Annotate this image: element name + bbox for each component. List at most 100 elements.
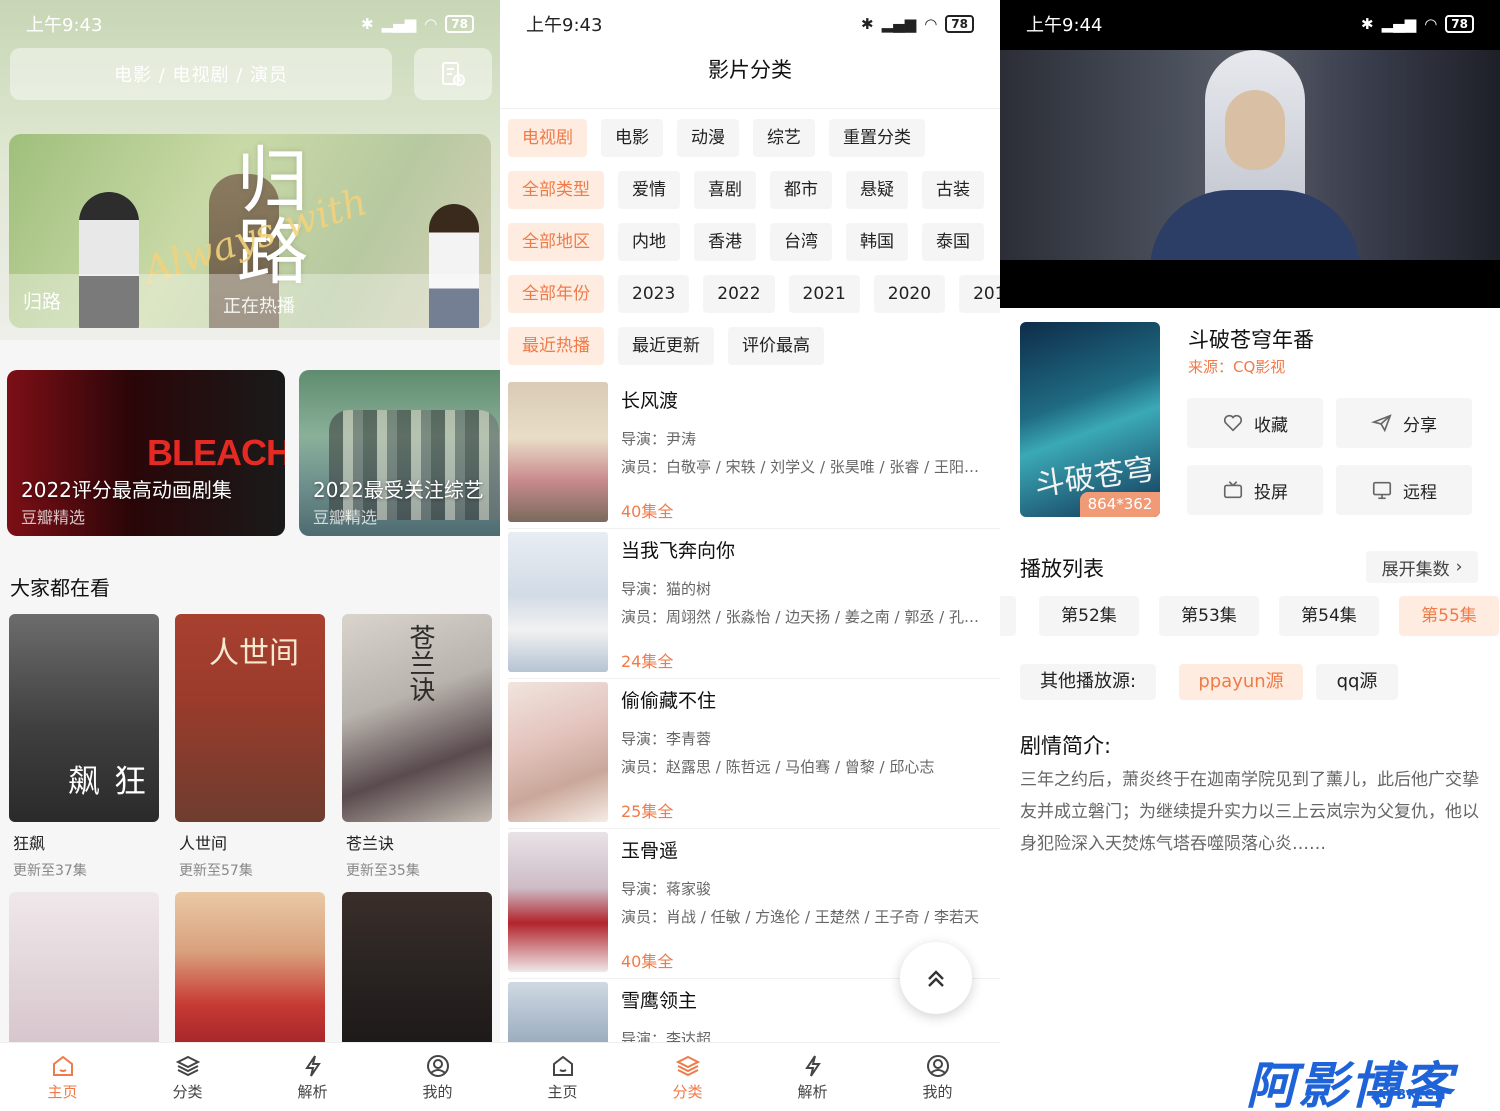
- poster-image: 狂飙: [9, 614, 159, 822]
- filter-chip[interactable]: 古装: [922, 171, 984, 209]
- tab-home[interactable]: 主页: [0, 1043, 125, 1111]
- featured-subtitle: 豆瓣精选: [21, 508, 86, 527]
- poster-card[interactable]: 苍兰诀 苍兰诀 更新至35集: [342, 614, 492, 880]
- filter-chip[interactable]: 电视剧: [508, 119, 587, 157]
- source-button[interactable]: qq源: [1316, 664, 1398, 700]
- tab-category[interactable]: 分类: [625, 1043, 750, 1111]
- filter-chip[interactable]: 喜剧: [694, 171, 756, 209]
- filter-chip[interactable]: 全部类型: [508, 171, 604, 209]
- episode-list: 第52集 第53集 第54集 第55集: [1000, 596, 1500, 636]
- poster-card[interactable]: 狂飙 狂飙 更新至37集: [9, 614, 159, 880]
- poster-card[interactable]: 人世间 人世间 更新至57集: [175, 614, 325, 880]
- detail-source: 来源：CQ影视: [1188, 358, 1286, 376]
- filter-chip[interactable]: 2021: [788, 275, 860, 313]
- page-title: 影片分类: [708, 58, 792, 82]
- expand-episodes-button[interactable]: 展开集数 ›: [1366, 551, 1478, 583]
- poster-size-badge: 864*362: [1080, 492, 1160, 517]
- favorite-button[interactable]: 收藏: [1187, 398, 1323, 448]
- list-item[interactable]: 当我飞奔向你 导演：猫的树 演员：周翊然 / 张淼怡 / 边天扬 / 姜之南 /…: [508, 532, 1000, 672]
- filter-chip[interactable]: 都市: [770, 171, 832, 209]
- other-sources-label: 其他播放源:: [1020, 664, 1156, 700]
- share-button[interactable]: 分享: [1336, 398, 1472, 448]
- home-icon: [552, 1055, 573, 1076]
- poster-image[interactable]: [9, 892, 159, 1042]
- poster-image: 苍兰诀: [342, 614, 492, 822]
- lightning-icon: [804, 1054, 821, 1077]
- history-button[interactable]: [414, 48, 492, 100]
- home-screen: 上午9:43 ✱ ▂▄▆ ◠ 78 电影 / 电视剧 / 演员 归路 Alway…: [0, 0, 500, 1111]
- search-input[interactable]: 电影 / 电视剧 / 演员: [10, 48, 392, 100]
- wifi-icon: ◠: [924, 15, 938, 33]
- filter-chip[interactable]: 内地: [618, 223, 680, 261]
- source-button-active[interactable]: ppayun源: [1179, 664, 1303, 700]
- filter-chip[interactable]: 泰国: [922, 223, 984, 261]
- filter-chip[interactable]: 综艺: [753, 119, 815, 157]
- chevron-right-icon: ›: [1455, 557, 1463, 577]
- filter-chip[interactable]: 悬疑: [846, 171, 908, 209]
- tab-parse[interactable]: 解析: [250, 1043, 375, 1111]
- filter-chip[interactable]: 韩国: [846, 223, 908, 261]
- filter-chip[interactable]: 电影: [601, 119, 663, 157]
- filter-chip[interactable]: 动漫: [677, 119, 739, 157]
- featured-card-anime[interactable]: BLEACH 2022评分最高动画剧集 豆瓣精选: [7, 370, 285, 536]
- tab-mine[interactable]: 我的: [375, 1043, 500, 1111]
- monitor-icon: [1372, 481, 1392, 500]
- filter-chip[interactable]: 2023: [618, 275, 690, 313]
- list-director: 导演：李青蓉: [621, 730, 712, 748]
- episode-button[interactable]: 第53集: [1159, 596, 1259, 636]
- filter-chip[interactable]: 最近热播: [508, 327, 604, 365]
- scroll-top-button[interactable]: [900, 942, 972, 1014]
- bluetooth-icon: ✱: [861, 15, 874, 33]
- reset-filter-button[interactable]: 重置分类: [829, 119, 925, 157]
- layers-icon: [175, 1055, 200, 1076]
- status-time: 上午9:43: [526, 15, 603, 36]
- episode-button[interactable]: [1000, 596, 1016, 636]
- filter-chip[interactable]: 香港: [694, 223, 756, 261]
- list-thumbnail: [508, 532, 608, 672]
- tv-icon: [1223, 481, 1243, 499]
- filter-chip[interactable]: 最近更新: [618, 327, 714, 365]
- list-item[interactable]: 偷偷藏不住 导演：李青蓉 演员：赵露思 / 陈哲远 / 马伯骞 / 曾黎 / 邱…: [508, 682, 1000, 822]
- tab-category[interactable]: 分类: [125, 1043, 250, 1111]
- tab-mine[interactable]: 我的: [875, 1043, 1000, 1111]
- cast-button[interactable]: 投屏: [1187, 465, 1323, 515]
- episode-button[interactable]: 第52集: [1039, 596, 1139, 636]
- status-time: 上午9:43: [26, 15, 103, 36]
- send-icon: [1371, 414, 1392, 433]
- filter-chip[interactable]: 台湾: [770, 223, 832, 261]
- list-director: 导演：尹涛: [621, 430, 697, 448]
- list-title: 当我飞奔向你: [621, 540, 736, 562]
- filter-chip[interactable]: 评价最高: [728, 327, 824, 365]
- status-time: 上午9:44: [1026, 15, 1103, 36]
- filter-chip[interactable]: 爱情: [618, 171, 680, 209]
- filter-chip[interactable]: 2020: [873, 275, 946, 313]
- featured-art-text: BLEACH: [147, 432, 285, 473]
- status-bar: 上午9:43 ✱ ▂▄▆ ◠ 78: [500, 0, 1000, 48]
- tab-home[interactable]: 主页: [500, 1043, 625, 1111]
- episode-button[interactable]: 第54集: [1279, 596, 1379, 636]
- tab-parse[interactable]: 解析: [750, 1043, 875, 1111]
- detail-screen: 上午9:44 ✱ ▂▄▆ ◠ 78 斗破苍穹 864*362 斗破苍穹年番 来源…: [1000, 0, 1500, 1111]
- filter-chip[interactable]: 2019: [959, 275, 1000, 313]
- signal-icon: ▂▄▆: [881, 15, 917, 33]
- poster-title: 狂飙: [13, 834, 46, 853]
- filter-chip[interactable]: 全部地区: [508, 223, 604, 261]
- poster-image[interactable]: [342, 892, 492, 1042]
- featured-card-variety[interactable]: 2022最受关注综艺 豆瓣精选: [299, 370, 500, 536]
- filter-chip[interactable]: 2022: [703, 275, 775, 313]
- home-icon: [52, 1055, 73, 1076]
- bluetooth-icon: ✱: [1361, 15, 1374, 33]
- status-bar: 上午9:44 ✱ ▂▄▆ ◠ 78: [1000, 0, 1500, 48]
- list-episodes: 40集全: [621, 502, 674, 521]
- list-item[interactable]: 长风渡 导演：尹涛 演员：白敬亭 / 宋轶 / 刘学义 / 张昊唯 / 张睿 /…: [508, 382, 1000, 522]
- poster-title: 苍兰诀: [346, 834, 395, 853]
- filter-chip[interactable]: 全部年份: [508, 275, 604, 313]
- episode-button-active[interactable]: 第55集: [1399, 596, 1499, 636]
- poster-image[interactable]: [175, 892, 325, 1042]
- remote-button[interactable]: 远程: [1336, 465, 1472, 515]
- list-title: 长风渡: [621, 390, 679, 412]
- list-title: 玉骨遥: [621, 840, 679, 862]
- hero-banner[interactable]: 归路 Always with 归路 正在热播: [9, 134, 491, 328]
- list-actors: 演员：赵露思 / 陈哲远 / 马伯骞 / 曾黎 / 邱心志: [621, 758, 935, 776]
- list-title: 偷偷藏不住: [621, 690, 717, 712]
